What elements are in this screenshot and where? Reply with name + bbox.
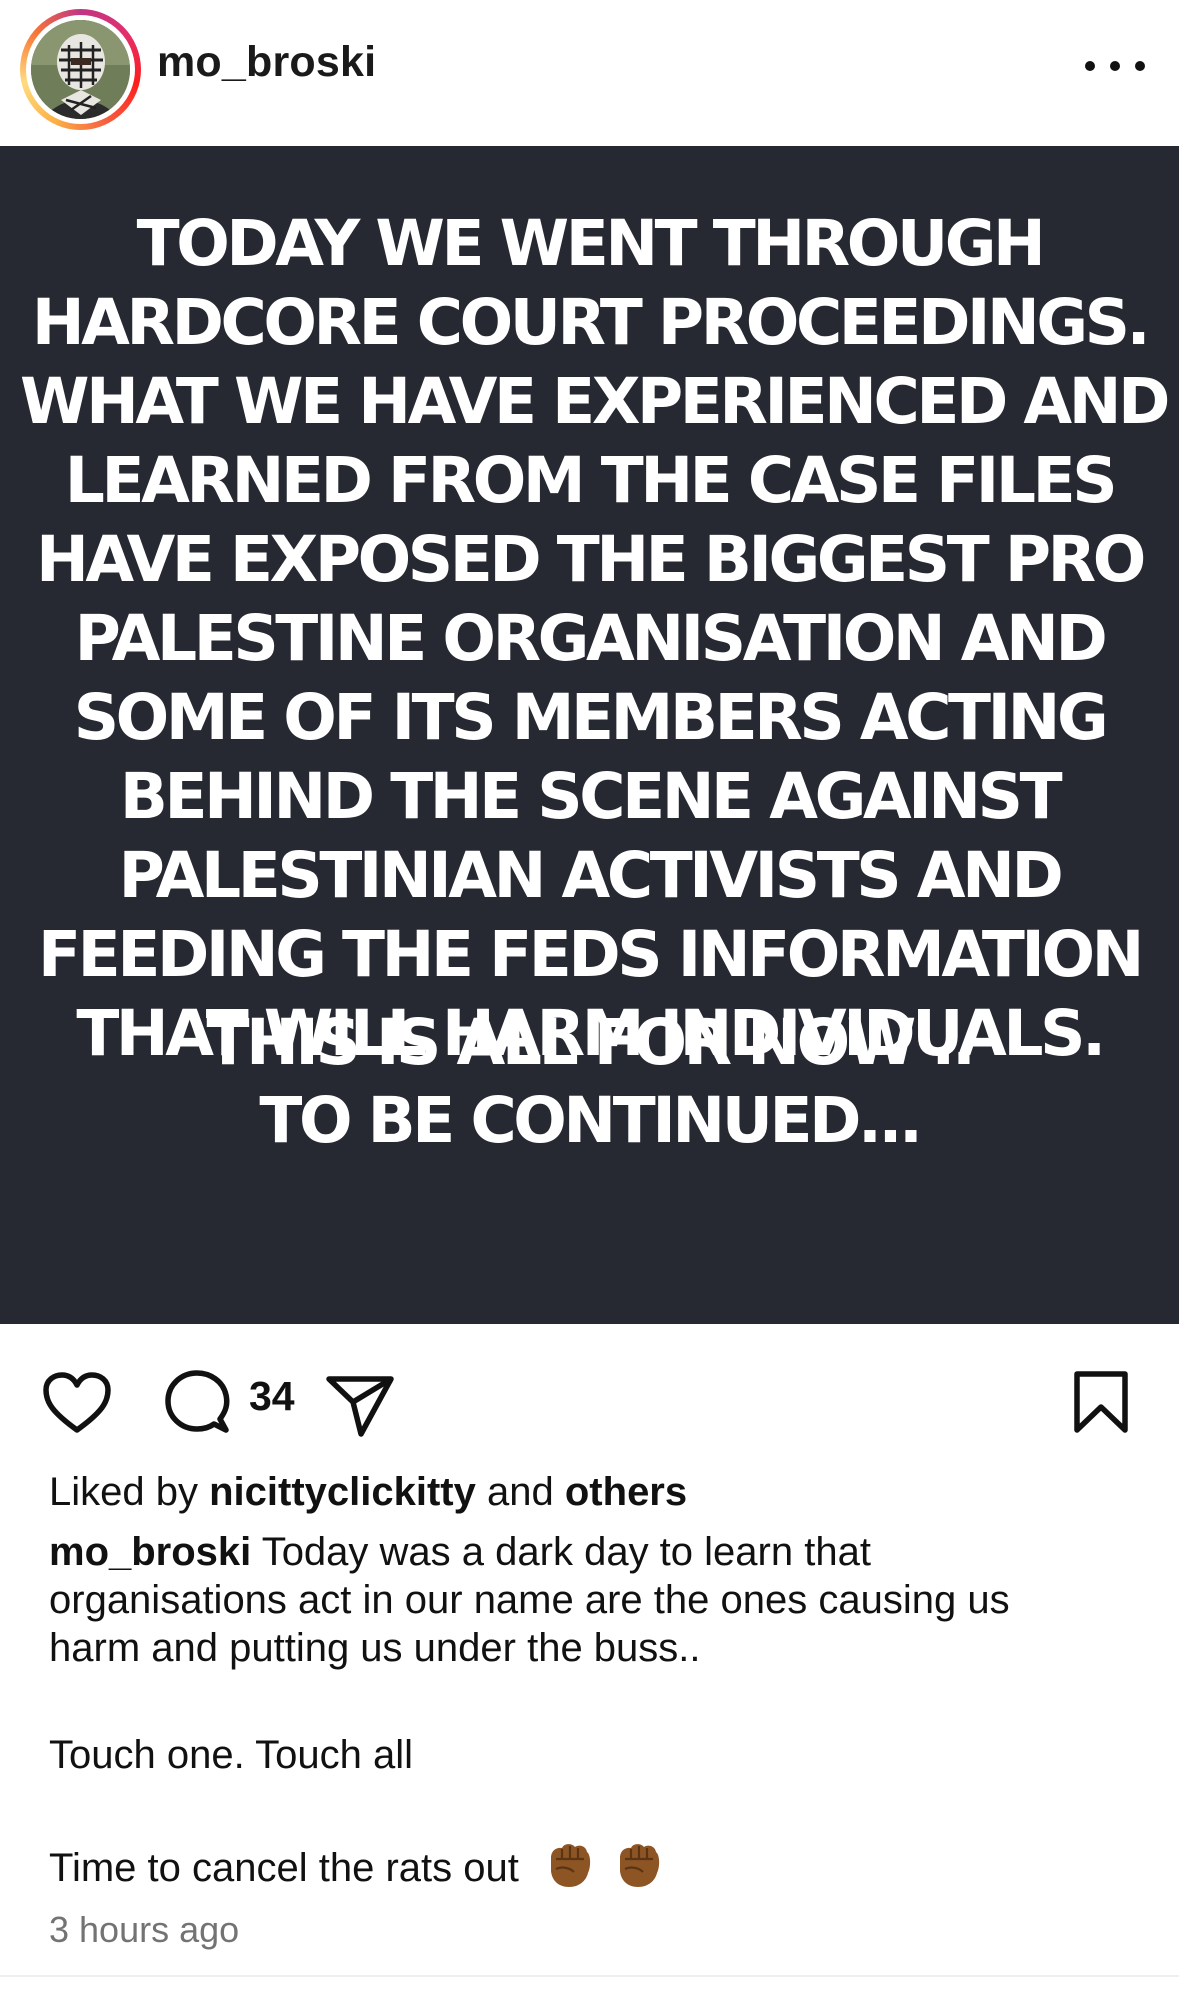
raised-fist-emoji: [544, 1839, 594, 1902]
caption-line-4: Touch one. Touch all: [49, 1733, 413, 1777]
heart-icon: [43, 1372, 111, 1433]
caption-username-link[interactable]: mo_broski: [49, 1530, 251, 1574]
post-header: mo_broski: [0, 0, 1179, 146]
raised-fist-emoji: [613, 1839, 663, 1902]
like-button[interactable]: [42, 1372, 112, 1439]
post-timestamp: 3 hours ago: [49, 1909, 240, 1950]
avatar[interactable]: [20, 9, 141, 130]
post-image-text-end: THIS IS ALL FOR NOW .. TO BE CONTINUED..…: [206, 1006, 976, 1157]
post-author-username[interactable]: mo_broski: [157, 38, 376, 87]
post-image-text: TODAY WE WENT THROUGH HARDCORE COURT PRO…: [20, 207, 1170, 1070]
comment-button[interactable]: [164, 1369, 230, 1440]
caption-line-5: Time to cancel the rats out: [49, 1839, 663, 1902]
action-bar: 34: [0, 1324, 1179, 1464]
send-icon: [326, 1376, 394, 1437]
comment-icon: [165, 1370, 230, 1433]
caption-line-2: organisations act in our name are the on…: [49, 1578, 1010, 1622]
comment-count: 34: [249, 1373, 295, 1419]
likes-summary: Liked by nicittyclickitty and others: [49, 1470, 688, 1514]
liked-by-user-link[interactable]: nicittyclickitty: [209, 1470, 476, 1514]
save-button[interactable]: [1073, 1370, 1129, 1439]
more-options-button[interactable]: [1085, 48, 1145, 84]
likes-others-link[interactable]: others: [565, 1470, 687, 1514]
post-image[interactable]: TODAY WE WENT THROUGH HARDCORE COURT PRO…: [0, 146, 1179, 1324]
caption-text: Today was a dark day to learn that: [261, 1530, 871, 1574]
avatar-photo: [31, 20, 130, 119]
more-horizontal-icon: [1085, 61, 1095, 71]
share-button[interactable]: [325, 1374, 395, 1443]
caption-line-1: mo_broski Today was a dark day to learn …: [49, 1528, 871, 1576]
bookmark-icon: [1074, 1371, 1128, 1433]
caption-line-3: harm and putting us under the buss..: [49, 1626, 701, 1670]
divider: [0, 1975, 1179, 1977]
